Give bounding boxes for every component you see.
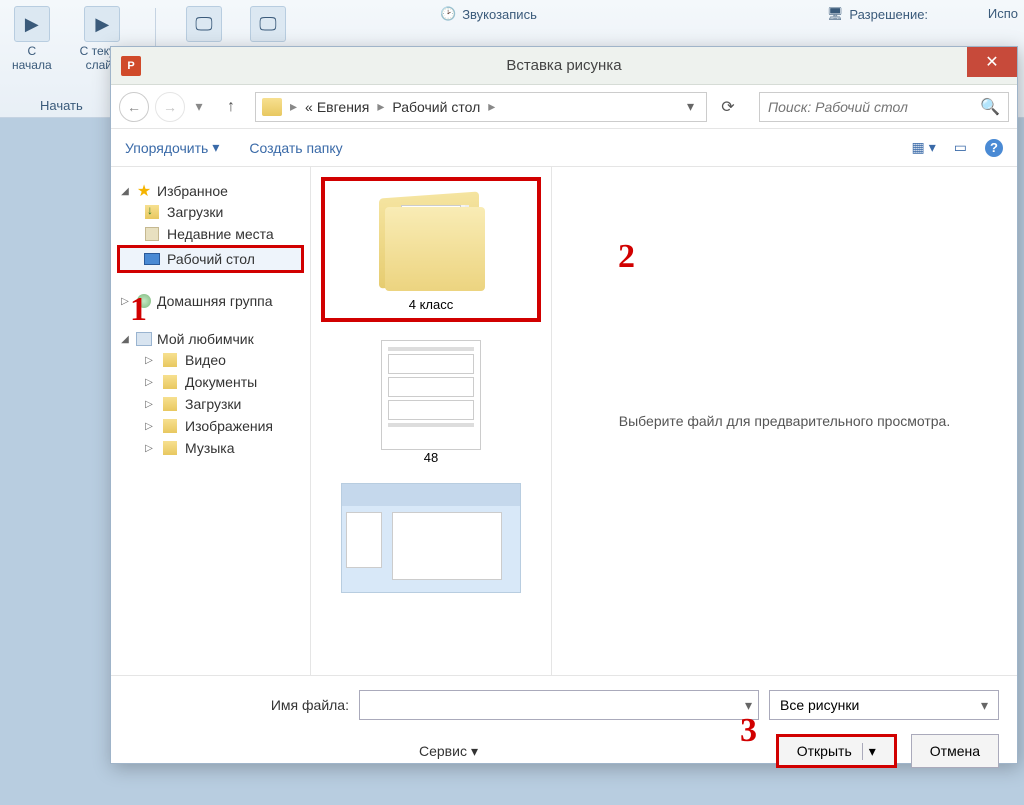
ribbon-mid: 🕑Звукозапись 🖥Разрешение: [440, 6, 928, 22]
file-label: 4 класс [409, 297, 454, 312]
organize-menu[interactable]: Упорядочить ▾ [125, 139, 219, 156]
preview-toggle-button[interactable]: ▭ [954, 139, 967, 156]
sidebar-item-downloads2[interactable]: ▷Загрузки [117, 393, 304, 415]
tools-menu[interactable]: Сервис ▾ [419, 743, 478, 760]
document-icon [381, 340, 481, 450]
folder-icon [262, 98, 282, 116]
nav-up-button[interactable]: ↑ [219, 95, 243, 119]
chevron-down-icon[interactable]: ▾ [745, 697, 752, 714]
filename-input[interactable]: ▾ [359, 690, 759, 720]
recent-icon [143, 226, 161, 242]
folder-icon [161, 352, 179, 368]
arrow-icon: ▷ [143, 355, 155, 366]
arrow-icon: ▷ [143, 443, 155, 454]
chevron-down-icon[interactable]: ▾ [862, 743, 876, 760]
chevron-down-icon: ▾ [212, 139, 219, 156]
dialog-body: ◢★Избранное Загрузки Недавние места Рабо… [111, 167, 1017, 675]
dialog-footer: Имя файла: ▾ Все рисунки▾ Сервис ▾ Откры… [111, 675, 1017, 805]
filename-label: Имя файла: [129, 697, 349, 713]
chevron-down-icon: ▾ [471, 743, 478, 760]
clock-icon: 🕑 [440, 6, 456, 22]
insert-picture-dialog: P Вставка рисунка ✕ ← → ▾ ↑ ▸ « Евгения … [110, 46, 1018, 764]
nav-forward-button[interactable]: → [155, 92, 185, 122]
toolbar: Упорядочить ▾ Создать папку ▦ ▾ ▭ ? [111, 129, 1017, 167]
breadcrumb-segment[interactable]: Рабочий стол [392, 99, 480, 115]
screen-icon: 🖵 [186, 6, 222, 42]
folder-icon [161, 396, 179, 412]
folder-icon [161, 440, 179, 456]
file-item-document[interactable]: 48 [321, 340, 541, 465]
cancel-button[interactable]: Отмена [911, 734, 999, 768]
file-item-presentation[interactable] [321, 483, 541, 593]
folder-icon [161, 418, 179, 434]
ribbon-btn-a[interactable]: 🖵 [182, 4, 226, 46]
sidebar-item-documents[interactable]: ▷Документы [117, 371, 304, 393]
search-input[interactable] [768, 99, 980, 115]
file-pane: 4 класс 48 [311, 167, 551, 675]
sidebar-item-recent[interactable]: Недавние места [117, 223, 304, 245]
monitor-icon: 🖥 [827, 6, 844, 22]
ribbon-from-start[interactable]: ▶ С начала [8, 4, 56, 74]
ribbon-btn-b[interactable]: 🖵 [246, 4, 290, 46]
close-button[interactable]: ✕ [967, 47, 1017, 77]
sidebar-item-pictures[interactable]: ▷Изображения [117, 415, 304, 437]
dialog-title: Вставка рисунка [111, 57, 1017, 74]
folder-icon [161, 374, 179, 390]
file-label: 48 [424, 450, 438, 465]
open-button[interactable]: Открыть▾ [776, 734, 897, 768]
sidebar: ◢★Избранное Загрузки Недавние места Рабо… [111, 167, 311, 675]
search-icon[interactable]: 🔍 [980, 97, 1000, 117]
start-section-label: Начать [40, 98, 83, 113]
chevron-down-icon[interactable]: ▾ [681, 98, 700, 115]
presentation-icon [341, 483, 521, 593]
arrow-icon: ▷ [143, 399, 155, 410]
resolution[interactable]: 🖥Разрешение: [827, 6, 928, 22]
chevron-down-icon: ▾ [929, 139, 936, 156]
arrow-icon: ◢ [119, 186, 131, 197]
sidebar-item-downloads[interactable]: Загрузки [117, 201, 304, 223]
slide-play-icon: ▶ [84, 6, 120, 42]
sidebar-item-video[interactable]: ▷Видео [117, 349, 304, 371]
star-icon: ★ [135, 183, 153, 199]
annotation-2: 2 [618, 238, 635, 276]
sidebar-favorites[interactable]: ◢★Избранное [117, 181, 304, 201]
sidebar-item-music[interactable]: ▷Музыка [117, 437, 304, 459]
search-box[interactable]: 🔍 [759, 92, 1009, 122]
ribbon-right: Испо [988, 6, 1018, 21]
file-item-folder[interactable]: 4 класс [321, 177, 541, 322]
label: С начала [12, 44, 52, 72]
annotation-3: 3 [740, 712, 757, 750]
sidebar-item-desktop[interactable]: Рабочий стол [117, 245, 304, 273]
preview-placeholder: Выберите файл для предварительного просм… [619, 413, 950, 429]
refresh-button[interactable]: ⟳ [713, 92, 743, 122]
breadcrumb[interactable]: ▸ « Евгения ▸ Рабочий стол ▸ ▾ [255, 92, 707, 122]
arrow-icon: ▷ [143, 377, 155, 388]
arrow-icon: ▷ [143, 421, 155, 432]
view-mode-button[interactable]: ▦ ▾ [912, 139, 936, 156]
filetype-select[interactable]: Все рисунки▾ [769, 690, 999, 720]
sidebar-computer[interactable]: ◢Мой любимчик [117, 329, 304, 349]
desktop-icon [143, 251, 161, 267]
play-icon: ▶ [14, 6, 50, 42]
annotation-1: 1 [130, 291, 147, 329]
help-icon[interactable]: ? [985, 139, 1003, 157]
nav-back-button[interactable]: ← [119, 92, 149, 122]
downloads-icon [143, 204, 161, 220]
breadcrumb-segment[interactable]: Евгения [317, 99, 370, 115]
arrow-icon: ◢ [119, 334, 131, 345]
new-folder-button[interactable]: Создать папку [249, 140, 342, 156]
chevron-down-icon: ▾ [981, 697, 988, 714]
sound-recording[interactable]: 🕑Звукозапись [440, 6, 537, 22]
titlebar: P Вставка рисунка ✕ [111, 47, 1017, 85]
screen-icon: 🖵 [250, 6, 286, 42]
nav-history-button[interactable]: ▾ [191, 92, 207, 122]
computer-icon [135, 331, 153, 347]
folder-icon [371, 187, 491, 297]
navbar: ← → ▾ ↑ ▸ « Евгения ▸ Рабочий стол ▸ ▾ ⟳… [111, 85, 1017, 129]
